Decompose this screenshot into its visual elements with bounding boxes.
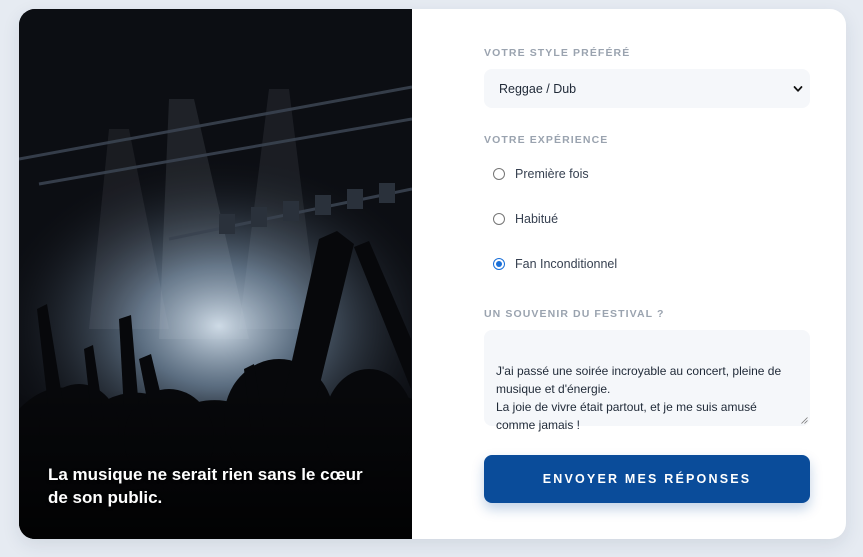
submit-button[interactable]: ENVOYER MES RÉPONSES	[484, 455, 810, 503]
radio-button[interactable]	[493, 213, 505, 225]
radio-button[interactable]	[493, 168, 505, 180]
radio-label: Première fois	[515, 167, 589, 181]
style-label: VOTRE STYLE PRÉFÉRÉ	[484, 47, 631, 59]
radio-label: Habitué	[515, 212, 559, 226]
radio-button-checked[interactable]	[493, 258, 505, 270]
survey-card: La musique ne serait rien sans le cœur d…	[19, 9, 846, 539]
concert-crowd-image	[19, 9, 412, 539]
style-select[interactable]: Reggae / Dub	[484, 69, 810, 108]
experience-label: VOTRE EXPÉRIENCE	[484, 134, 609, 146]
resize-handle-icon[interactable]	[801, 417, 808, 424]
memory-label: UN SOUVENIR DU FESTIVAL ?	[484, 308, 665, 320]
radio-option-fan-inconditionnel[interactable]: Fan Inconditionnel	[493, 257, 617, 271]
style-select-value: Reggae / Dub	[499, 81, 577, 96]
concert-image-panel: La musique ne serait rien sans le cœur d…	[19, 9, 412, 539]
memory-text: J'ai passé une soirée incroyable au conc…	[496, 364, 782, 432]
radio-option-premiere-fois[interactable]: Première fois	[493, 167, 589, 181]
radio-option-habitue[interactable]: Habitué	[493, 212, 558, 226]
survey-form: VOTRE STYLE PRÉFÉRÉ Reggae / Dub VOTRE E…	[412, 9, 846, 539]
memory-textarea[interactable]: J'ai passé une soirée incroyable au conc…	[484, 330, 810, 432]
image-caption: La musique ne serait rien sans le cœur d…	[48, 465, 363, 507]
radio-label: Fan Inconditionnel	[515, 257, 618, 271]
chevron-down-icon	[793, 85, 803, 92]
